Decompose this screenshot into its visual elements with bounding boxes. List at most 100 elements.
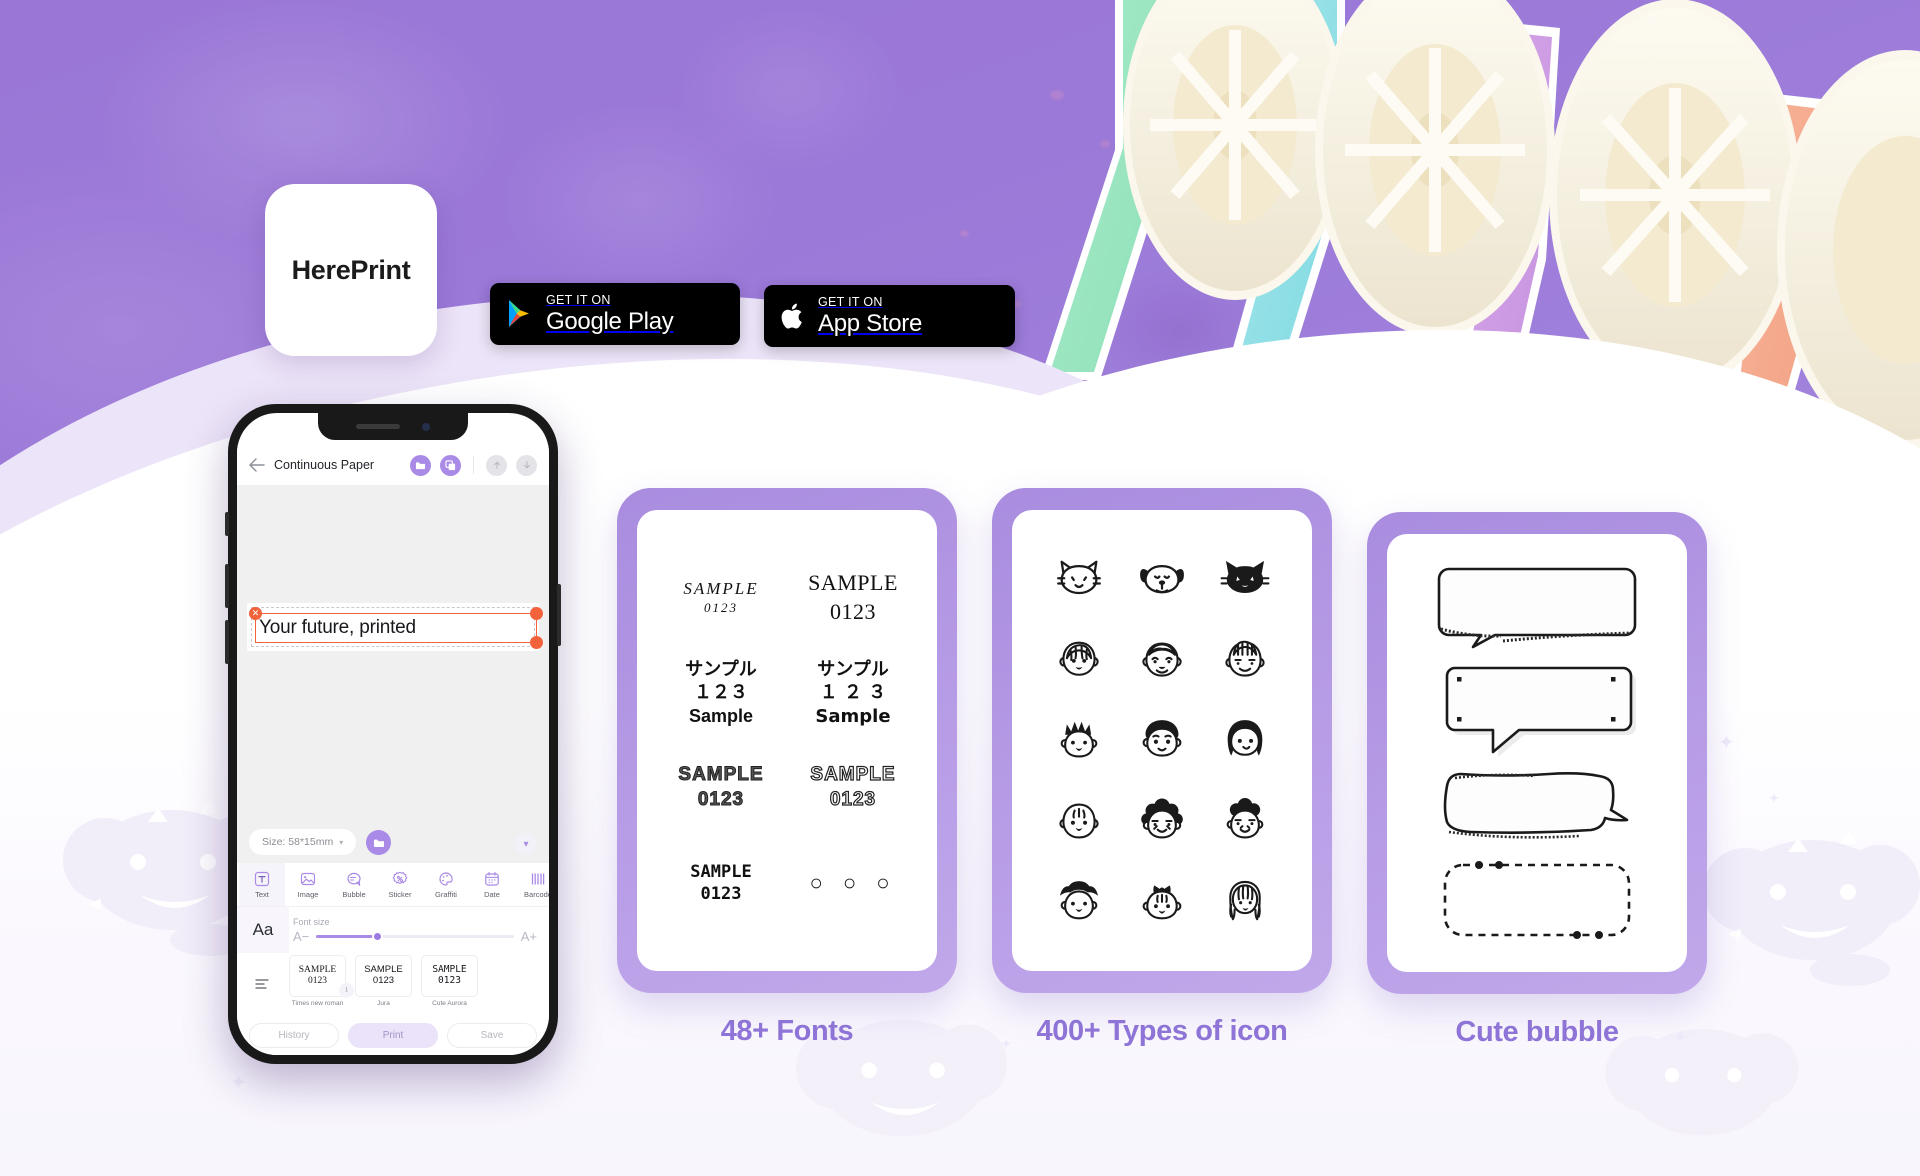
app-store-big-text: App Store — [818, 309, 923, 337]
slider-knob[interactable] — [371, 930, 383, 942]
align-tab[interactable] — [237, 953, 289, 1015]
font-sample-line2: 0123 — [700, 884, 742, 905]
sticker-icon-grid — [1012, 510, 1312, 971]
label-paper-strip: Your future, printed ✕ — [247, 603, 543, 651]
font-sample-line2: 0123 — [438, 975, 461, 986]
tool-tab-sticker[interactable]: Sticker — [377, 871, 423, 899]
font-sample-line2: 0123 — [829, 789, 877, 811]
paper-roll-button[interactable] — [366, 829, 392, 855]
copy-button[interactable] — [440, 454, 461, 476]
cat-watermark — [1700, 830, 1920, 1010]
font-card[interactable]: SAMPLE 0123 Jura — [355, 955, 412, 1015]
tool-tab-label: Barcode — [524, 889, 549, 899]
tool-tab-graffiti[interactable]: Graffiti — [423, 871, 469, 899]
feature-frame — [992, 488, 1332, 993]
phone-screen: Continuous Paper Your future, printed ✕ … — [237, 413, 549, 1055]
feature-caption-fonts: 48+ Fonts — [720, 1015, 854, 1047]
tool-tab-barcode[interactable]: Barcode — [515, 871, 549, 899]
arrow-up-icon — [493, 461, 500, 469]
feature-inner-panel: SAMPLE 0123 SAMPLE 0123 サンプル １２３ Sample … — [637, 510, 937, 971]
paper-size-selector[interactable]: Size: 58*15mm ▾ — [249, 829, 357, 855]
tool-tab-image[interactable]: Image — [285, 871, 331, 899]
save-folder-button[interactable] — [410, 454, 431, 476]
header-divider — [473, 456, 474, 474]
sticker-icon — [392, 871, 408, 884]
font-increase-button[interactable]: A+ — [521, 929, 537, 944]
curly-hair-man-icon — [1226, 797, 1264, 839]
font-sample-line2: 0123 — [704, 600, 738, 616]
back-arrow-icon[interactable] — [249, 458, 265, 472]
phone-volume-down-button — [225, 620, 229, 664]
woman-wavy-hair-icon — [1059, 641, 1100, 677]
font-style-tab[interactable]: Aa — [237, 907, 289, 953]
font-card-name: Times new roman — [291, 1000, 344, 1007]
sketchy-speech-bubble — [1443, 772, 1629, 839]
align-left-icon — [255, 979, 269, 989]
font-sample-line2: 0123 — [697, 789, 745, 811]
font-sample-line3: Sample — [688, 705, 754, 726]
label-text-value: Your future, printed — [259, 617, 416, 638]
font-sample-line1: SAMPLE — [683, 579, 759, 599]
google-play-badge[interactable]: GET IT ON Google Play — [490, 283, 740, 345]
font-sample-line2: 0123 — [829, 598, 876, 624]
feature-card-fonts: SAMPLE 0123 SAMPLE 0123 サンプル １２３ Sample … — [617, 488, 957, 1048]
bow-girl-icon — [1142, 885, 1182, 920]
tool-tab-bar[interactable]: Text Image Bubble Sticker Graffiti Date … — [237, 863, 549, 907]
font-sample-grid: SAMPLE 0123 SAMPLE 0123 サンプル １２３ Sample … — [637, 510, 937, 971]
font-sample: SAMPLE 0123 — [690, 861, 751, 905]
tool-tab-label: Date — [484, 889, 500, 899]
feature-inner-panel — [1012, 510, 1312, 971]
copy-icon — [445, 459, 456, 470]
app-header: Continuous Paper — [237, 445, 549, 485]
old-man-face-icon — [1142, 642, 1182, 677]
font-sample-line2: 0123 — [308, 976, 327, 986]
font-sample-line2: 0123 — [372, 975, 395, 986]
rounded-speech-bubble — [1437, 567, 1637, 649]
delete-text-handle[interactable]: ✕ — [249, 607, 262, 620]
font-sample-line1: サンプル — [685, 658, 757, 679]
save-button[interactable]: Save — [447, 1022, 537, 1048]
font-sample-line2: １ ２ ３ — [819, 682, 887, 704]
collapse-panel-button[interactable]: ▾ — [515, 833, 537, 855]
tool-tab-bubble[interactable]: Bubble — [331, 871, 377, 899]
app-store-small-text: GET IT ON — [818, 295, 883, 310]
font-sample-line3: Sample — [815, 705, 891, 727]
font-size-panel: Aa Font size A− A+ — [237, 907, 549, 953]
page-title: Continuous Paper — [274, 458, 375, 472]
tool-tab-text[interactable]: Text — [239, 863, 285, 906]
feature-card-bubble: Cute bubble — [1367, 512, 1707, 1049]
tool-tab-label: Graffiti — [435, 889, 457, 899]
paper-size-value: Size: 58*15mm — [262, 836, 334, 848]
font-sample-more: ○ ○ ○ — [809, 869, 896, 898]
app-logo-text: HerePrint — [291, 254, 411, 285]
rotate-text-handle[interactable] — [530, 607, 543, 620]
print-button[interactable]: Print — [348, 1022, 438, 1048]
dog-face-icon — [1140, 565, 1184, 594]
app-store-badge[interactable]: GET IT ON App Store — [764, 285, 1015, 347]
font-size-control: Font size A− A+ — [289, 917, 549, 944]
font-sample-line1: SAMPLE — [808, 570, 898, 596]
font-card-list[interactable]: SAMPLE 0123 Times new roman SAMPLE 0123 … — [289, 953, 549, 1015]
font-decrease-button[interactable]: A− — [293, 929, 309, 944]
dashed-rounded-frame — [1443, 860, 1631, 939]
google-play-icon — [509, 300, 529, 327]
move-up-button[interactable] — [486, 454, 507, 476]
tool-tab-date[interactable]: Date — [469, 871, 515, 899]
paper-roll-icon — [373, 839, 384, 847]
font-sample: SAMPLE 0123 — [810, 763, 895, 812]
font-size-slider[interactable] — [316, 930, 514, 942]
font-sample: SAMPLE 0123 — [808, 569, 898, 626]
font-card[interactable]: SAMPLE 0123 Cute Aurora — [421, 955, 478, 1015]
selected-text-element[interactable]: Your future, printed ✕ — [249, 607, 543, 649]
feature-frame: SAMPLE 0123 SAMPLE 0123 サンプル １２３ Sample … — [617, 488, 957, 993]
boy-face-icon — [1142, 720, 1182, 758]
long-hair-girl-icon — [1227, 720, 1262, 757]
cat-face-icon — [1057, 560, 1102, 595]
download-icon[interactable]: ⭳ — [339, 983, 354, 998]
label-canvas[interactable]: Your future, printed ✕ Size: 58*15mm ▾ ▾ — [237, 485, 549, 863]
history-button[interactable]: History — [249, 1022, 339, 1048]
move-down-button[interactable] — [516, 454, 537, 476]
resize-text-handle[interactable] — [530, 636, 543, 649]
font-card[interactable]: SAMPLE 0123 Times new roman — [289, 955, 346, 1015]
slider-fill — [316, 934, 380, 938]
